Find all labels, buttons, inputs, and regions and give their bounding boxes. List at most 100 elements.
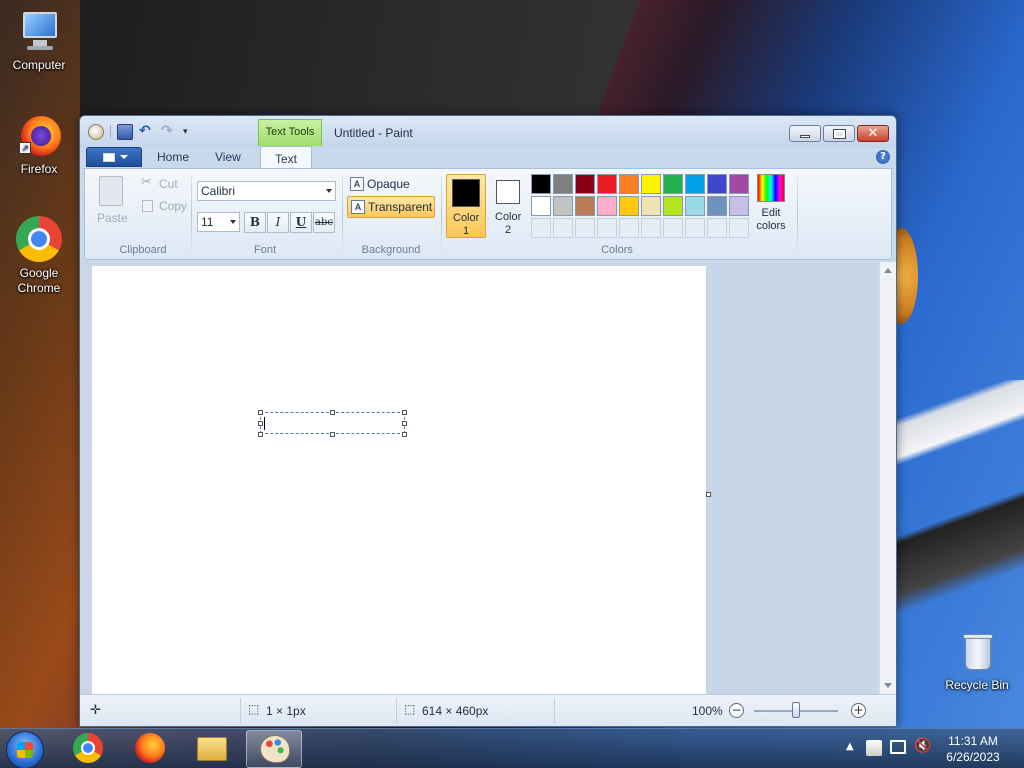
start-button[interactable]	[6, 731, 44, 768]
canvas-resize-handle[interactable]	[706, 492, 711, 497]
strikethrough-button[interactable]: abc	[313, 212, 335, 233]
palette-color-swatch[interactable]	[597, 196, 617, 216]
palette-color-swatch[interactable]	[641, 196, 661, 216]
palette-empty-swatch[interactable]	[553, 218, 573, 238]
desktop-icon-recycle-bin[interactable]: Recycle Bin	[940, 632, 1014, 692]
paint-app-icon[interactable]	[88, 124, 104, 140]
show-hidden-icons-icon[interactable]: ▲	[846, 741, 854, 752]
palette-empty-swatch[interactable]	[575, 218, 595, 238]
palette-color-swatch[interactable]	[707, 174, 727, 194]
palette-color-swatch[interactable]	[575, 174, 595, 194]
copy-button[interactable]: Copy	[139, 196, 189, 216]
palette-empty-swatch[interactable]	[619, 218, 639, 238]
palette-color-swatch[interactable]	[553, 174, 573, 194]
tab-home[interactable]: Home	[157, 150, 189, 164]
palette-color-swatch[interactable]	[553, 196, 573, 216]
drawing-canvas[interactable]	[92, 266, 706, 694]
palette-color-swatch[interactable]	[729, 174, 749, 194]
save-icon[interactable]	[117, 124, 133, 140]
undo-icon[interactable]: ↶	[139, 124, 155, 140]
palette-empty-swatch[interactable]	[707, 218, 727, 238]
opaque-icon: A	[350, 177, 364, 191]
palette-color-swatch[interactable]	[619, 196, 639, 216]
palette-color-swatch[interactable]	[685, 196, 705, 216]
resize-handle[interactable]	[402, 421, 407, 426]
file-menu-button[interactable]	[86, 147, 142, 167]
taskbar-firefox[interactable]	[122, 730, 178, 768]
text-input-box[interactable]	[260, 412, 405, 434]
font-group-label: Font	[253, 244, 276, 256]
resize-handle[interactable]	[330, 410, 335, 415]
transparent-button[interactable]: A Transparent	[347, 196, 435, 218]
palette-empty-swatch[interactable]	[729, 218, 749, 238]
edit-colors-button[interactable]: Edit colors	[751, 174, 791, 233]
title-bar[interactable]: ↶ ↷ ▾ Text Tools Untitled - Paint ✕	[80, 116, 896, 148]
palette-color-swatch[interactable]	[531, 196, 551, 216]
palette-empty-swatch[interactable]	[641, 218, 661, 238]
color2-label: Color 2	[495, 211, 522, 236]
firefox-icon	[135, 733, 165, 763]
redo-icon[interactable]: ↷	[161, 124, 177, 140]
color1-button[interactable]: Color 1	[446, 174, 486, 238]
canvas-size-icon: ⬚	[404, 702, 416, 716]
help-icon[interactable]: ?	[876, 150, 890, 164]
zoom-slider-thumb[interactable]	[792, 702, 800, 718]
volume-muted-icon[interactable]: 🔇	[914, 738, 931, 754]
palette-color-swatch[interactable]	[685, 174, 705, 194]
palette-color-swatch[interactable]	[729, 196, 749, 216]
resize-handle[interactable]	[402, 410, 407, 415]
desktop-icon-firefox[interactable]: ↗ Firefox	[4, 112, 74, 176]
scissors-icon: ✂	[141, 175, 152, 190]
taskbar-file-explorer[interactable]	[184, 730, 240, 768]
palette-empty-swatch[interactable]	[663, 218, 683, 238]
zoom-out-button[interactable]: −	[729, 703, 744, 718]
minimize-button[interactable]	[789, 125, 821, 142]
customize-qat-icon[interactable]: ▾	[183, 124, 191, 140]
maximize-button[interactable]	[823, 125, 855, 142]
resize-handle[interactable]	[258, 410, 263, 415]
close-button[interactable]: ✕	[857, 125, 889, 142]
tab-view[interactable]: View	[215, 150, 241, 164]
recycle-bin-icon	[957, 632, 997, 676]
scroll-down-icon[interactable]	[884, 683, 892, 688]
palette-color-swatch[interactable]	[641, 174, 661, 194]
palette-color-swatch[interactable]	[619, 174, 639, 194]
resize-handle[interactable]	[402, 432, 407, 437]
network-icon[interactable]	[890, 740, 906, 754]
font-size-select[interactable]: 11	[197, 212, 240, 232]
taskbar-paint[interactable]	[246, 730, 302, 768]
taskbar-chrome[interactable]	[60, 730, 116, 768]
bold-button[interactable]: B	[244, 212, 266, 233]
color1-label: Color 1	[453, 212, 480, 237]
resize-handle[interactable]	[330, 432, 335, 437]
resize-handle[interactable]	[258, 432, 263, 437]
font-family-select[interactable]: Calibri	[197, 181, 336, 201]
palette-empty-swatch[interactable]	[531, 218, 551, 238]
italic-button[interactable]: I	[267, 212, 289, 233]
palette-color-swatch[interactable]	[663, 174, 683, 194]
palette-color-swatch[interactable]	[531, 174, 551, 194]
underline-button[interactable]: U	[290, 212, 312, 233]
cut-button[interactable]: ✂ Cut	[139, 174, 187, 194]
desktop-icon-chrome[interactable]: Google Chrome	[4, 216, 74, 296]
zoom-in-button[interactable]: +	[851, 703, 866, 718]
zoom-level: 100%	[692, 704, 723, 718]
opaque-button[interactable]: A Opaque	[347, 174, 435, 196]
paste-button[interactable]: Paste	[93, 174, 129, 232]
palette-color-swatch[interactable]	[707, 196, 727, 216]
clock-date[interactable]: 6/26/2023	[938, 750, 1008, 764]
palette-color-swatch[interactable]	[575, 196, 595, 216]
palette-color-swatch[interactable]	[663, 196, 683, 216]
desktop-icon-computer[interactable]: Computer	[4, 8, 74, 72]
clock-time[interactable]: 11:31 AM	[938, 734, 1008, 748]
tab-text[interactable]: Text	[260, 146, 313, 169]
color2-button[interactable]: Color 2	[488, 174, 528, 238]
palette-color-swatch[interactable]	[597, 174, 617, 194]
vertical-scrollbar[interactable]	[879, 262, 896, 694]
scroll-up-icon[interactable]	[884, 268, 892, 273]
selection-size: 1 × 1px	[266, 704, 306, 718]
palette-empty-swatch[interactable]	[597, 218, 617, 238]
action-center-icon[interactable]	[866, 740, 882, 756]
resize-handle[interactable]	[258, 421, 263, 426]
palette-empty-swatch[interactable]	[685, 218, 705, 238]
